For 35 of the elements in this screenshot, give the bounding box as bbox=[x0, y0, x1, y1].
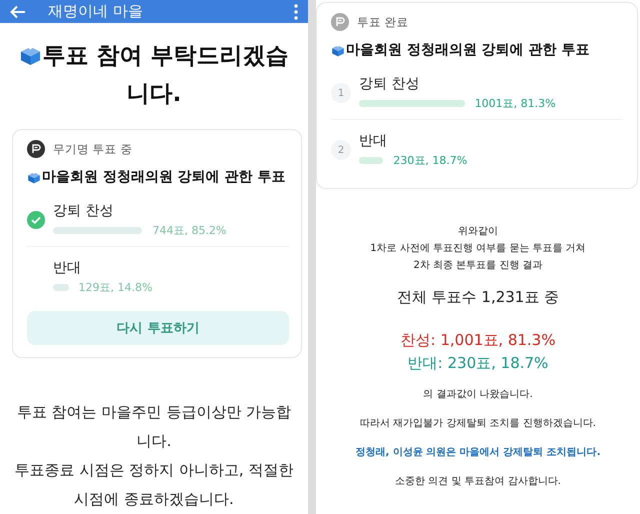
result-note-text: 따라서 재가입불가 강제탈퇴 조치를 진행하겠습니다. bbox=[359, 417, 597, 430]
option-label: 반대 bbox=[53, 259, 82, 277]
ballot-box-icon bbox=[27, 170, 41, 184]
vote-result: 230표, 18.7% bbox=[393, 153, 468, 168]
total-votes-text: 전체 투표수 1,231표 중 bbox=[396, 288, 560, 307]
option-label: 강퇴 찬성 bbox=[53, 202, 114, 220]
ballot-box-icon bbox=[331, 43, 345, 57]
result-intro-text: 1차로 사전에 투표진행 여부를 묻는 투표를 거쳐 bbox=[369, 242, 587, 256]
for-result-text: 찬성: 1,001표, 81.3% bbox=[400, 331, 556, 350]
vote-result: 1001표, 81.3% bbox=[474, 96, 556, 111]
page-heading: 투표 참여 부탁드리겠습니다. bbox=[0, 23, 308, 113]
notice-text: 투표 참여는 마을주민 등급이상만 가능합니다. bbox=[16, 402, 292, 452]
option-number: 1 bbox=[331, 83, 351, 103]
option-number: 2 bbox=[331, 140, 351, 160]
revote-button[interactable]: 다시 투표하기 bbox=[27, 311, 289, 345]
poll-title: 마을회원 정청래의원 강퇴에 관한 투표 bbox=[42, 168, 286, 186]
result-intro-text: 위와같이 bbox=[457, 225, 499, 239]
app-title: 재명이네 마을 bbox=[48, 2, 144, 21]
result-note-text: 소중한 의견 및 투표참여 감사합니다. bbox=[394, 475, 562, 488]
option-label: 강퇴 찬성 bbox=[359, 75, 420, 93]
against-result-text: 반대: 230표, 18.7% bbox=[406, 354, 550, 373]
poll-status: 무기명 투표 중 bbox=[53, 142, 132, 156]
more-menu-icon[interactable] bbox=[294, 4, 298, 20]
result-intro-text: 2차 최종 본투표를 진행 결과 bbox=[412, 259, 544, 273]
result-bar bbox=[359, 157, 384, 164]
poll-title: 마을회원 정청래의원 강퇴에 관한 투표 bbox=[346, 41, 590, 59]
notice-text: 투표종료 시점은 정하지 아니하고, 적절한 시점에 종료하겠습니다. bbox=[14, 460, 294, 510]
option-label: 반대 bbox=[359, 132, 388, 150]
poll-status: 투표 완료 bbox=[357, 14, 409, 30]
expulsion-notice-text: 정청래, 이성윤 의원은 마을에서 강제탈퇴 조치됩니다. bbox=[354, 446, 602, 459]
result-note-text: 의 결과값이 나왔습니다. bbox=[422, 388, 534, 401]
vote-result: 129표, 14.8% bbox=[78, 280, 152, 295]
result-bar bbox=[53, 284, 69, 291]
vote-result: 744표, 85.2% bbox=[152, 223, 226, 238]
back-arrow-icon[interactable] bbox=[10, 4, 26, 18]
